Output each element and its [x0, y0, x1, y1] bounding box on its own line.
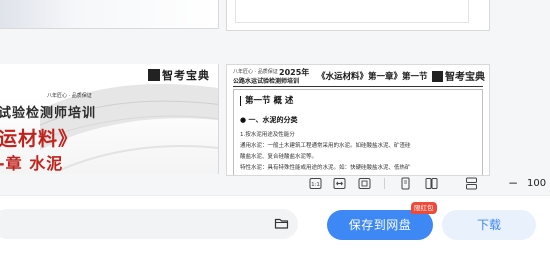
page-preview-top-left[interactable] — [0, 0, 219, 29]
save-path-field[interactable] — [0, 209, 298, 239]
document-viewer[interactable]: 智考宝典 八年匠心 · 品质保证 试验检测师培训 运材料》 -章 水泥 八年匠心… — [0, 0, 550, 195]
cover-title-line2: 运材料》 — [0, 128, 79, 150]
fit-width-icon[interactable] — [333, 177, 346, 190]
viewer-gutter — [490, 0, 550, 195]
page-header-tagline: 八年匠心 · 品质保证 — [233, 69, 278, 75]
text-page[interactable]: 八年匠心 · 品质保证 2025年 公路水运试验检测师培训 《水运材料》第一章》… — [226, 64, 490, 176]
paragraph: 特性水泥：具有特殊性能或用途的水泥。如：快硬硅酸盐水泥、低热矿 — [240, 165, 411, 171]
toolbar-separator — [384, 178, 385, 189]
promo-badge: 限红包 — [411, 202, 437, 214]
folder-icon[interactable] — [274, 216, 289, 231]
header-rule — [233, 86, 483, 87]
paragraph: 通用水泥：一般土木建筑工程通常采用的水泥。如硅酸盐水泥、矿渣硅 — [240, 143, 411, 149]
zoom-level[interactable]: 100 — [527, 178, 546, 190]
page-body: 第一节 概 述 ● 一、水泥的分类 1.按水泥用途及性能分 通用水泥：一般土木建… — [233, 89, 483, 175]
page-header-brand: 智考宝典 — [432, 68, 485, 83]
download-button[interactable]: 下载 — [442, 210, 536, 240]
two-page-icon[interactable] — [425, 177, 438, 190]
zoom-out-button[interactable]: − — [508, 177, 518, 190]
cover-page[interactable]: 智考宝典 八年匠心 · 品质保证 试验检测师培训 运材料》 -章 水泥 — [0, 64, 219, 174]
cover-title-line1: 试验检测师培训 — [0, 106, 97, 121]
paragraph: 酸盐水泥、复合硅酸盐水泥等。 — [240, 154, 318, 160]
scroll-mode-icon[interactable] — [465, 177, 478, 190]
fit-actual-icon[interactable]: 1:1 — [309, 177, 322, 190]
page-preview-top-right[interactable] — [226, 0, 490, 31]
cover-title-line3: -章 水泥 — [0, 154, 64, 173]
cover-brand-logo: 智考宝典 — [148, 67, 210, 83]
bottom-action-bar: 保存到网盘 限红包 下载 — [0, 195, 550, 253]
page-content-frame — [235, 0, 469, 23]
cover-swoosh-graphic — [40, 83, 218, 171]
page-header-subtitle: 公路水运试验检测师培训 — [233, 78, 300, 85]
save-to-cloud-button[interactable]: 保存到网盘 — [327, 210, 433, 240]
svg-text:1:1: 1:1 — [311, 182, 320, 188]
fit-page-icon[interactable] — [358, 177, 371, 190]
cover-tagline: 八年匠心 · 品质保证 — [47, 93, 92, 99]
subheading: ● 一、水泥的分类 — [240, 116, 298, 124]
paragraph: 1.按水泥用途及性能分 — [240, 132, 295, 138]
single-page-icon[interactable] — [399, 177, 412, 190]
page-header-chapter: 《水运材料》第一章》第一节 — [317, 72, 428, 82]
viewer-toolbar: 1:1 − 100 — [0, 173, 550, 195]
section-title: 第一节 概 述 — [240, 96, 476, 106]
